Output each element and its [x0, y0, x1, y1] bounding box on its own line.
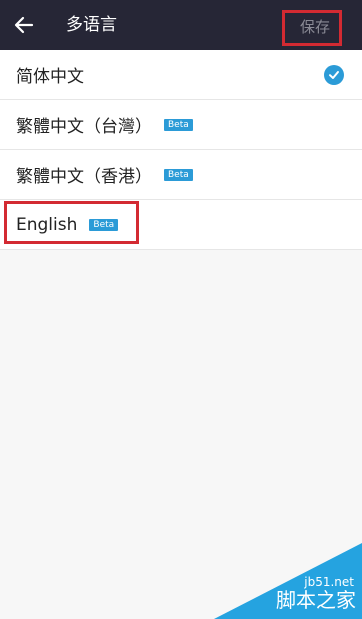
language-label: 繁體中文（台灣）	[16, 117, 152, 137]
top-bar: 多语言 保存	[0, 0, 362, 50]
back-button[interactable]	[10, 11, 38, 39]
language-item-english[interactable]: English Beta	[0, 200, 362, 250]
beta-badge: Beta	[89, 218, 119, 231]
language-label: English	[16, 214, 78, 235]
beta-badge: Beta	[164, 118, 193, 131]
page-title: 多语言	[66, 15, 117, 35]
language-label: 繁體中文（香港）	[16, 167, 152, 187]
language-item-simplified-chinese[interactable]: 简体中文	[0, 50, 362, 100]
language-item-traditional-chinese-hongkong[interactable]: 繁體中文（香港） Beta	[0, 150, 362, 200]
language-label: 简体中文	[16, 67, 84, 87]
language-list: 简体中文 繁體中文（台灣） Beta 繁體中文（香港） Beta English…	[0, 50, 362, 250]
language-item-traditional-chinese-taiwan[interactable]: 繁體中文（台灣） Beta	[0, 100, 362, 150]
beta-badge: Beta	[164, 168, 193, 181]
watermark-name: 脚本之家	[276, 588, 356, 612]
save-button[interactable]: 保存	[284, 10, 346, 42]
arrow-left-icon	[14, 16, 34, 34]
checkmark-icon	[324, 65, 344, 85]
